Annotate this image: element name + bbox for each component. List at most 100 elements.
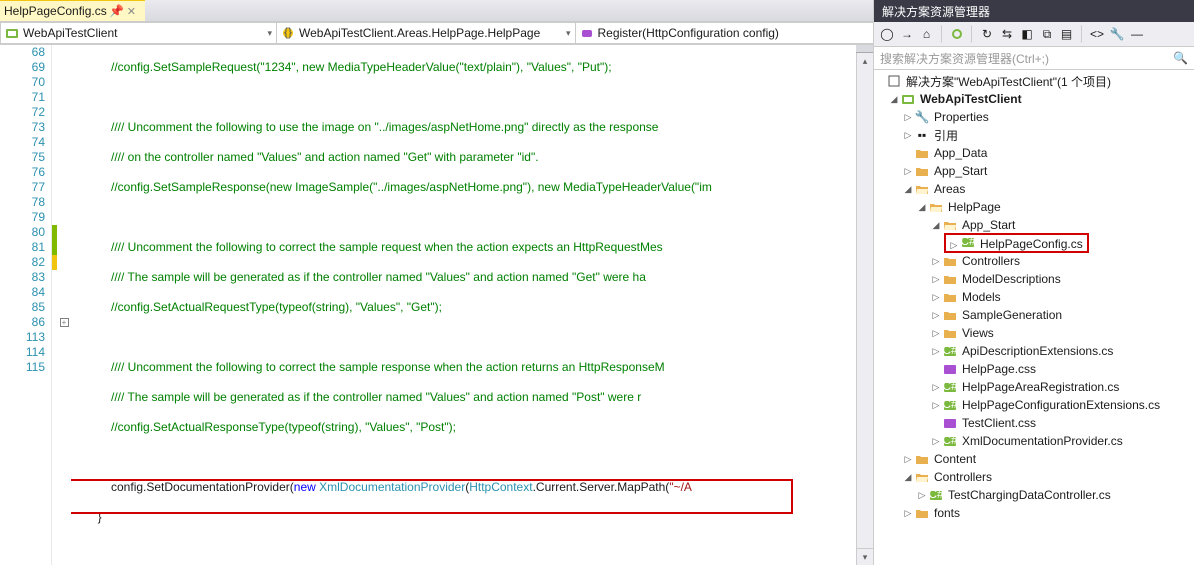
tree-item[interactable]: ▷C#HelpPageConfigurationExtensions.cs bbox=[874, 396, 1194, 414]
more-icon[interactable]: — bbox=[1128, 25, 1146, 43]
tree-item[interactable]: App_Data bbox=[874, 144, 1194, 162]
breadcrumb-project[interactable]: WebApiTestClient ▾ bbox=[0, 22, 277, 44]
breadcrumb-member[interactable]: Register(HttpConfiguration config) bbox=[575, 22, 875, 44]
code-editor-pane: HelpPageConfig.cs 📌 ✕ WebApiTestClient ▾… bbox=[0, 0, 874, 565]
tree-item[interactable]: ◢HelpPage bbox=[874, 198, 1194, 216]
tree-item[interactable]: ◢Controllers bbox=[874, 468, 1194, 486]
tree-item[interactable]: ▷C#XmlDocumentationProvider.cs bbox=[874, 432, 1194, 450]
breadcrumb-namespace[interactable]: {} WebApiTestClient.Areas.HelpPage.HelpP… bbox=[276, 22, 576, 44]
fold-toggle[interactable]: + bbox=[57, 315, 71, 330]
cs-file-icon: C# bbox=[942, 344, 958, 358]
tree-item[interactable]: ▷🔧Properties bbox=[874, 108, 1194, 126]
tree-item[interactable]: ▷App_Start bbox=[874, 162, 1194, 180]
solution-node[interactable]: 解决方案"WebApiTestClient"(1 个项目) bbox=[874, 72, 1194, 90]
folder-icon bbox=[914, 146, 930, 160]
wrench-icon: 🔧 bbox=[914, 110, 930, 124]
folder-icon bbox=[942, 254, 958, 268]
svg-text:C#: C# bbox=[943, 399, 957, 411]
chevron-down-icon: ▾ bbox=[566, 28, 571, 39]
chevron-down-icon: ▾ bbox=[267, 28, 272, 39]
css-file-icon bbox=[942, 416, 958, 430]
tree-item[interactable]: ▷C#ApiDescriptionExtensions.cs bbox=[874, 342, 1194, 360]
cs-file-icon: C# bbox=[960, 235, 976, 249]
cs-file-icon: C# bbox=[928, 488, 944, 502]
scroll-up-icon[interactable]: ▴ bbox=[857, 53, 873, 70]
properties-icon[interactable]: ▤ bbox=[1058, 25, 1082, 43]
split-handle[interactable] bbox=[856, 45, 873, 53]
pin-icon[interactable]: 📌 bbox=[111, 5, 123, 17]
svg-text:{}: {} bbox=[284, 26, 292, 39]
show-all-icon[interactable]: ◧ bbox=[1018, 25, 1036, 43]
tree-item-selected[interactable]: ▷C#HelpPageConfig.cs bbox=[874, 234, 1194, 252]
tree-item[interactable]: TestClient.css bbox=[874, 414, 1194, 432]
refresh-icon[interactable]: ↻ bbox=[978, 25, 996, 43]
svg-text:C#: C# bbox=[943, 381, 957, 393]
close-icon[interactable]: ✕ bbox=[127, 5, 139, 17]
home-icon[interactable]: ⌂ bbox=[918, 25, 942, 43]
tree-item[interactable]: ▷▪▪引用 bbox=[874, 126, 1194, 144]
cs-file-icon: C# bbox=[942, 398, 958, 412]
references-icon: ▪▪ bbox=[914, 128, 930, 142]
solution-explorer-title: 解决方案资源管理器 bbox=[874, 0, 1194, 22]
fold-column: + bbox=[57, 45, 71, 565]
svg-text:C#: C# bbox=[943, 345, 957, 357]
cs-file-icon: C# bbox=[942, 434, 958, 448]
search-icon: 🔍 bbox=[1173, 51, 1188, 65]
method-icon bbox=[580, 26, 594, 40]
folder-open-icon bbox=[928, 200, 944, 214]
forward-icon[interactable]: → bbox=[898, 25, 916, 43]
folder-icon bbox=[942, 272, 958, 286]
solution-tree[interactable]: 解决方案"WebApiTestClient"(1 个项目) ◢WebApiTes… bbox=[874, 70, 1194, 565]
tree-item[interactable]: ▷Views bbox=[874, 324, 1194, 342]
vertical-scrollbar[interactable]: ▴ ▾ bbox=[856, 45, 873, 565]
css-file-icon bbox=[942, 362, 958, 376]
folder-icon bbox=[914, 164, 930, 178]
highlighted-code-line: config.SetDocumentationProvider(new XmlD… bbox=[71, 480, 856, 495]
tree-item[interactable]: ◢App_Start bbox=[874, 216, 1194, 234]
solution-search-input[interactable]: 搜索解决方案资源管理器(Ctrl+;) 🔍 bbox=[874, 47, 1194, 70]
file-tab-active[interactable]: HelpPageConfig.cs 📌 ✕ bbox=[0, 0, 145, 21]
svg-text:C#: C# bbox=[943, 435, 957, 447]
editor-tabstrip: HelpPageConfig.cs 📌 ✕ bbox=[0, 0, 873, 22]
tree-item[interactable]: ▷Controllers bbox=[874, 252, 1194, 270]
folder-icon bbox=[942, 290, 958, 304]
wrench-icon[interactable]: 🔧 bbox=[1108, 25, 1126, 43]
solution-explorer-toolbar: ◯ → ⌂ ↻ ⇆ ◧ ⧉ ▤ <> 🔧 — bbox=[874, 22, 1194, 47]
tree-item[interactable]: ▷Content bbox=[874, 450, 1194, 468]
breadcrumb: WebApiTestClient ▾ {} WebApiTestClient.A… bbox=[0, 22, 873, 45]
code-area[interactable]: 686970 717273 747576 777879 808182 83848… bbox=[0, 45, 873, 565]
tree-item[interactable]: ▷Models bbox=[874, 288, 1194, 306]
line-number-gutter: 686970 717273 747576 777879 808182 83848… bbox=[0, 45, 52, 565]
folder-icon bbox=[914, 506, 930, 520]
collapse-icon[interactable]: ⇆ bbox=[998, 25, 1016, 43]
tree-item[interactable]: ▷C#TestChargingDataController.cs bbox=[874, 486, 1194, 504]
project-node[interactable]: ◢WebApiTestClient bbox=[874, 90, 1194, 108]
cs-file-icon: C# bbox=[942, 380, 958, 394]
project-icon bbox=[5, 26, 19, 40]
svg-text:C#: C# bbox=[929, 489, 943, 501]
tree-item[interactable]: ▷SampleGeneration bbox=[874, 306, 1194, 324]
view-code-icon[interactable]: <> bbox=[1088, 25, 1106, 43]
scroll-down-icon[interactable]: ▾ bbox=[857, 548, 873, 565]
sync-icon[interactable] bbox=[948, 25, 972, 43]
copy-icon[interactable]: ⧉ bbox=[1038, 25, 1056, 43]
folder-icon bbox=[942, 308, 958, 322]
tree-item[interactable]: HelpPage.css bbox=[874, 360, 1194, 378]
tree-item[interactable]: ◢Areas bbox=[874, 180, 1194, 198]
folder-icon bbox=[942, 326, 958, 340]
csproj-icon bbox=[900, 92, 916, 106]
back-icon[interactable]: ◯ bbox=[878, 25, 896, 43]
svg-text:C#: C# bbox=[961, 236, 975, 248]
code-text[interactable]: //config.SetSampleRequest("1234", new Me… bbox=[71, 45, 856, 565]
solution-explorer: 解决方案资源管理器 ◯ → ⌂ ↻ ⇆ ◧ ⧉ ▤ <> 🔧 — 搜索解决方案资… bbox=[874, 0, 1194, 565]
file-tab-label: HelpPageConfig.cs bbox=[4, 4, 107, 18]
tree-item[interactable]: ▷C#HelpPageAreaRegistration.cs bbox=[874, 378, 1194, 396]
solution-icon bbox=[886, 74, 902, 88]
tree-item[interactable]: ▷fonts bbox=[874, 504, 1194, 522]
folder-open-icon bbox=[914, 182, 930, 196]
folder-open-icon bbox=[942, 218, 958, 232]
namespace-icon: {} bbox=[281, 26, 295, 40]
folder-icon bbox=[914, 452, 930, 466]
tree-item[interactable]: ▷ModelDescriptions bbox=[874, 270, 1194, 288]
folder-open-icon bbox=[914, 470, 930, 484]
